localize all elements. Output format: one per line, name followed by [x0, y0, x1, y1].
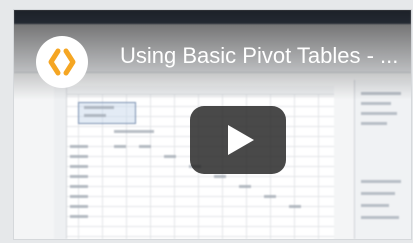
row-header-column — [54, 86, 67, 239]
panel-text — [361, 180, 401, 183]
cell-text — [214, 175, 226, 178]
cell-text — [289, 205, 301, 208]
panel-text — [361, 122, 387, 125]
cell-text — [264, 195, 276, 198]
cell-text — [70, 205, 88, 208]
video-player[interactable]: Using Basic Pivot Tables - ... — [14, 10, 411, 239]
cell-text — [164, 155, 176, 158]
cell-text — [139, 145, 151, 148]
cell-text — [70, 155, 88, 158]
cell-text — [70, 165, 88, 168]
video-embed-frame: Using Basic Pivot Tables - ... — [0, 0, 413, 243]
cell-text — [70, 195, 88, 198]
play-icon — [228, 125, 254, 155]
panel-text — [361, 204, 389, 207]
panel-text — [361, 192, 395, 195]
pivot-field-list-panel — [354, 80, 411, 239]
curly-braces-logo-icon — [48, 48, 76, 76]
panel-text — [361, 216, 399, 219]
video-title[interactable]: Using Basic Pivot Tables - ... — [120, 43, 411, 69]
cell-text — [84, 106, 114, 109]
channel-avatar[interactable] — [36, 36, 88, 88]
cell-text — [114, 130, 154, 133]
cell-text — [114, 145, 126, 148]
cell-text — [70, 215, 88, 218]
cell-text — [70, 175, 88, 178]
panel-text — [361, 112, 397, 115]
cell-text — [239, 185, 251, 188]
cell-text — [70, 185, 88, 188]
cell-text — [70, 145, 88, 148]
cell-text — [84, 114, 106, 117]
play-button[interactable] — [190, 106, 286, 174]
panel-text — [361, 102, 391, 105]
